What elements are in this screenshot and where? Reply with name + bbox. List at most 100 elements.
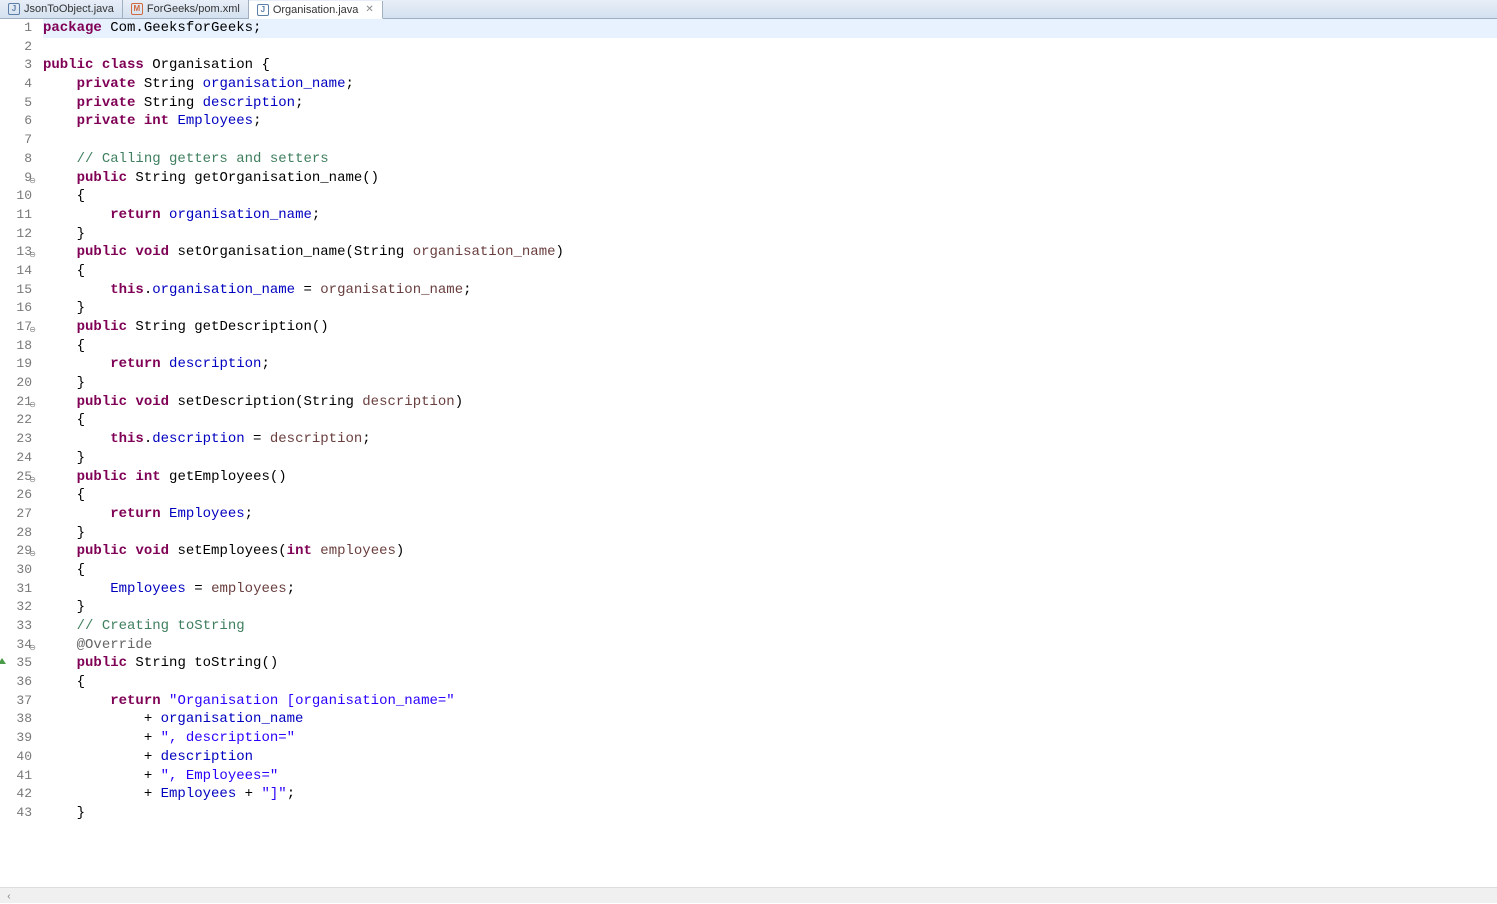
line-number: 29⊖ bbox=[0, 542, 32, 561]
code-line[interactable]: } bbox=[43, 524, 1497, 543]
line-number: 16 bbox=[0, 299, 32, 318]
line-number: 19 bbox=[0, 355, 32, 374]
code-line[interactable]: private String organisation_name; bbox=[43, 75, 1497, 94]
code-line[interactable]: public String getOrganisation_name() bbox=[43, 169, 1497, 188]
line-number: 20 bbox=[0, 374, 32, 393]
code-line[interactable]: { bbox=[43, 673, 1497, 692]
code-line[interactable]: public void setDescription(String descri… bbox=[43, 393, 1497, 412]
code-line[interactable]: { bbox=[43, 337, 1497, 356]
line-number: 36 bbox=[0, 673, 32, 692]
line-number: 33 bbox=[0, 617, 32, 636]
line-number: 10 bbox=[0, 187, 32, 206]
line-number: 31 bbox=[0, 580, 32, 599]
close-icon[interactable]: ✕ bbox=[365, 4, 373, 15]
code-line[interactable]: { bbox=[43, 262, 1497, 281]
code-line[interactable] bbox=[43, 131, 1497, 150]
line-number: 2 bbox=[0, 38, 32, 57]
editor-tab-bar: J JsonToObject.java M ForGeeks/pom.xml J… bbox=[0, 0, 1497, 19]
line-number: 5 bbox=[0, 94, 32, 113]
line-number: 8 bbox=[0, 150, 32, 169]
code-line[interactable]: Employees = employees; bbox=[43, 580, 1497, 599]
override-marker-icon[interactable] bbox=[0, 658, 6, 664]
scroll-left-icon: ‹ bbox=[0, 892, 18, 903]
code-line[interactable]: + ", description=" bbox=[43, 729, 1497, 748]
line-number: 13⊖ bbox=[0, 243, 32, 262]
tab-label: Organisation.java bbox=[273, 4, 359, 16]
code-line[interactable]: { bbox=[43, 561, 1497, 580]
code-line[interactable]: } bbox=[43, 299, 1497, 318]
code-line[interactable]: @Override bbox=[43, 636, 1497, 655]
tab-label: ForGeeks/pom.xml bbox=[147, 3, 240, 15]
line-number: 35 bbox=[0, 654, 32, 673]
java-file-icon: J bbox=[257, 4, 269, 16]
horizontal-scrollbar[interactable]: ‹ bbox=[0, 887, 1497, 903]
tab-organisation[interactable]: J Organisation.java ✕ bbox=[249, 1, 383, 19]
code-line[interactable]: + organisation_name bbox=[43, 710, 1497, 729]
code-line[interactable]: return description; bbox=[43, 355, 1497, 374]
line-number: 34⊖ bbox=[0, 636, 32, 655]
java-file-icon: J bbox=[8, 3, 20, 15]
line-number: 28 bbox=[0, 524, 32, 543]
code-line[interactable]: this.organisation_name = organisation_na… bbox=[43, 281, 1497, 300]
code-editor[interactable]: package Com.GeeksforGeeks; public class O… bbox=[38, 19, 1497, 884]
line-number: 27 bbox=[0, 505, 32, 524]
line-number-gutter[interactable]: 123456789⊖10111213⊖14151617⊖18192021⊖222… bbox=[0, 19, 38, 884]
code-line[interactable]: return organisation_name; bbox=[43, 206, 1497, 225]
line-number: 32 bbox=[0, 598, 32, 617]
line-number: 6 bbox=[0, 112, 32, 131]
code-line[interactable]: // Creating toString bbox=[43, 617, 1497, 636]
line-number: 39 bbox=[0, 729, 32, 748]
line-number: 15 bbox=[0, 281, 32, 300]
tab-json-to-object[interactable]: J JsonToObject.java bbox=[0, 0, 123, 18]
code-line[interactable]: package Com.GeeksforGeeks; bbox=[43, 19, 1497, 38]
code-line[interactable]: private String description; bbox=[43, 94, 1497, 113]
code-line[interactable]: { bbox=[43, 411, 1497, 430]
code-line[interactable]: public void setEmployees(int employees) bbox=[43, 542, 1497, 561]
code-line[interactable]: } bbox=[43, 598, 1497, 617]
line-number: 4 bbox=[0, 75, 32, 94]
line-number: 30 bbox=[0, 561, 32, 580]
line-number: 37 bbox=[0, 692, 32, 711]
code-line[interactable]: + ", Employees=" bbox=[43, 767, 1497, 786]
code-line[interactable]: } bbox=[43, 804, 1497, 823]
line-number: 38 bbox=[0, 710, 32, 729]
editor-area: 123456789⊖10111213⊖14151617⊖18192021⊖222… bbox=[0, 19, 1497, 884]
code-line[interactable]: this.description = description; bbox=[43, 430, 1497, 449]
line-number: 11 bbox=[0, 206, 32, 225]
line-number: 24 bbox=[0, 449, 32, 468]
line-number: 21⊖ bbox=[0, 393, 32, 412]
code-line[interactable]: { bbox=[43, 187, 1497, 206]
line-number: 23 bbox=[0, 430, 32, 449]
code-line[interactable]: } bbox=[43, 225, 1497, 244]
line-number: 25⊖ bbox=[0, 468, 32, 487]
line-number: 26 bbox=[0, 486, 32, 505]
code-line[interactable] bbox=[43, 38, 1497, 57]
code-line[interactable]: return Employees; bbox=[43, 505, 1497, 524]
line-number: 42 bbox=[0, 785, 32, 804]
code-line[interactable]: public void setOrganisation_name(String … bbox=[43, 243, 1497, 262]
line-number: 3 bbox=[0, 56, 32, 75]
code-line[interactable]: } bbox=[43, 449, 1497, 468]
line-number: 1 bbox=[0, 19, 32, 38]
line-number: 17⊖ bbox=[0, 318, 32, 337]
code-line[interactable]: public String getDescription() bbox=[43, 318, 1497, 337]
code-line[interactable]: + description bbox=[43, 748, 1497, 767]
line-number: 40 bbox=[0, 748, 32, 767]
code-line[interactable]: return "Organisation [organisation_name=… bbox=[43, 692, 1497, 711]
code-line[interactable]: { bbox=[43, 486, 1497, 505]
code-line[interactable]: } bbox=[43, 374, 1497, 393]
line-number: 41 bbox=[0, 767, 32, 786]
line-number: 12 bbox=[0, 225, 32, 244]
line-number: 14 bbox=[0, 262, 32, 281]
line-number: 22 bbox=[0, 411, 32, 430]
line-number: 7 bbox=[0, 131, 32, 150]
maven-file-icon: M bbox=[131, 3, 143, 15]
code-line[interactable]: public class Organisation { bbox=[43, 56, 1497, 75]
code-line[interactable]: public String toString() bbox=[43, 654, 1497, 673]
tab-pom-xml[interactable]: M ForGeeks/pom.xml bbox=[123, 0, 249, 18]
code-line[interactable]: + Employees + "]"; bbox=[43, 785, 1497, 804]
code-line[interactable]: // Calling getters and setters bbox=[43, 150, 1497, 169]
code-line[interactable]: private int Employees; bbox=[43, 112, 1497, 131]
code-line[interactable]: public int getEmployees() bbox=[43, 468, 1497, 487]
tab-label: JsonToObject.java bbox=[24, 3, 114, 15]
